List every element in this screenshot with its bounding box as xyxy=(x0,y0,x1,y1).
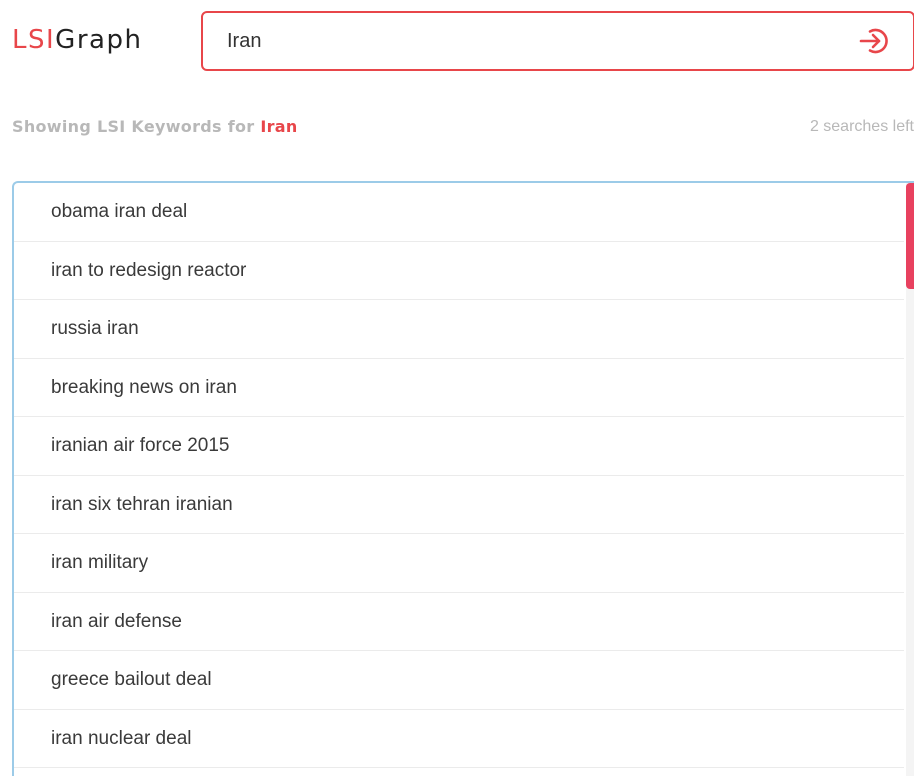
list-item[interactable]: iran six tehran iranian xyxy=(14,476,904,534)
scrollbar-thumb[interactable] xyxy=(906,183,914,289)
showing-prefix: Showing LSI Keywords for xyxy=(12,117,255,136)
list-item[interactable]: iran nuclear deal xyxy=(14,710,904,768)
logo-lsi-text: LSI xyxy=(12,25,56,55)
list-item[interactable]: greece bailout deal xyxy=(14,651,904,710)
list-item[interactable]: iranian air force 2015 xyxy=(14,417,904,476)
results-list: obama iran deal iran to redesign reactor… xyxy=(14,183,904,768)
showing-keywords-label: Showing LSI Keywords for Iran xyxy=(12,117,298,136)
list-item[interactable]: iran to redesign reactor xyxy=(14,242,904,300)
showing-term: Iran xyxy=(260,117,298,136)
search-box xyxy=(201,11,914,71)
results-scrollbar[interactable] xyxy=(906,183,914,776)
results-panel: obama iran deal iran to redesign reactor… xyxy=(12,181,914,776)
list-item[interactable]: obama iran deal xyxy=(14,183,904,242)
search-submit-button[interactable] xyxy=(859,26,891,56)
list-item[interactable]: iran military xyxy=(14,534,904,593)
page: LSIGraph Showing LSI Keywords for Iran 2… xyxy=(0,0,914,776)
list-item[interactable]: russia iran xyxy=(14,300,904,359)
logo-graph-text: Graph xyxy=(55,25,143,55)
search-input[interactable] xyxy=(227,13,827,69)
searches-left-counter: 2 searches left xyxy=(809,118,914,135)
lsigraph-logo[interactable]: LSIGraph xyxy=(12,22,142,58)
list-item[interactable]: iran air defense xyxy=(14,593,904,651)
arrow-into-circle-icon xyxy=(859,28,888,54)
list-item[interactable]: breaking news on iran xyxy=(14,359,904,417)
